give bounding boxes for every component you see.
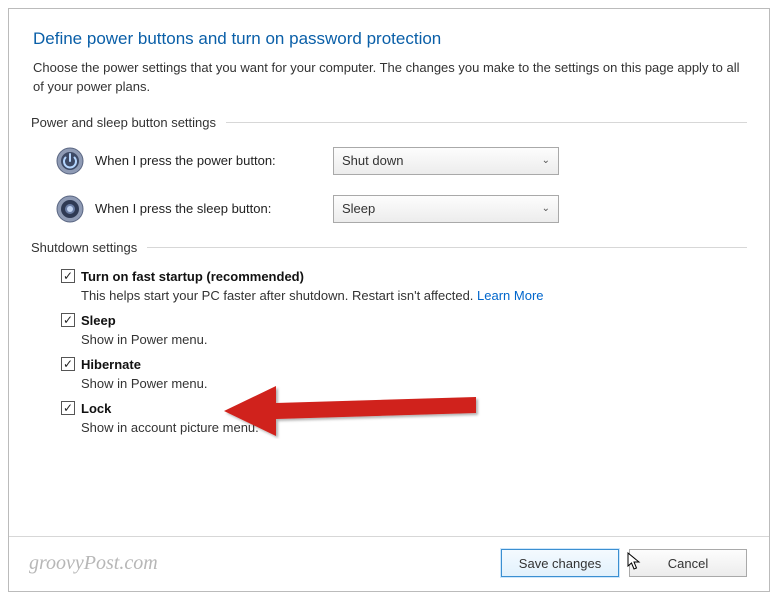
divider (226, 122, 747, 123)
chevron-down-icon: ⌄ (542, 203, 550, 214)
button-bar: Save changes Cancel (501, 549, 747, 577)
power-button-label: When I press the power button: (95, 153, 333, 168)
sleep-button-row: When I press the sleep button: Sleep ⌄ (53, 192, 747, 226)
section-power-sleep-header: Power and sleep button settings (31, 115, 747, 130)
hibernate-option: ✓ Hibernate Show in Power menu. (61, 357, 747, 391)
sleep-option: ✓ Sleep Show in Power menu. (61, 313, 747, 347)
fast-startup-option: ✓ Turn on fast startup (recommended) Thi… (61, 269, 747, 303)
page-title: Define power buttons and turn on passwor… (33, 29, 747, 49)
checkbox-title: Turn on fast startup (recommended) (81, 269, 304, 284)
section-label: Shutdown settings (31, 240, 137, 255)
checkbox-title: Hibernate (81, 357, 141, 372)
chevron-down-icon: ⌄ (542, 155, 550, 166)
sleep-button-label: When I press the sleep button: (95, 201, 333, 216)
power-button-select[interactable]: Shut down ⌄ (333, 147, 559, 175)
sleep-icon (53, 192, 87, 226)
divider (9, 536, 769, 537)
power-icon (53, 144, 87, 178)
checkbox-desc: Show in Power menu. (81, 376, 747, 391)
checkbox-desc: Show in Power menu. (81, 332, 747, 347)
lock-option: ✓ Lock Show in account picture menu. (61, 401, 747, 435)
sleep-button-select[interactable]: Sleep ⌄ (333, 195, 559, 223)
save-changes-button[interactable]: Save changes (501, 549, 619, 577)
select-value: Shut down (342, 153, 403, 168)
select-value: Sleep (342, 201, 375, 216)
checkbox-desc: This helps start your PC faster after sh… (81, 288, 747, 303)
checkbox-title: Lock (81, 401, 111, 416)
section-label: Power and sleep button settings (31, 115, 216, 130)
lock-checkbox[interactable]: ✓ (61, 401, 75, 415)
fast-startup-checkbox[interactable]: ✓ (61, 269, 75, 283)
sleep-checkbox[interactable]: ✓ (61, 313, 75, 327)
learn-more-link[interactable]: Learn More (477, 288, 543, 303)
checkbox-title: Sleep (81, 313, 116, 328)
divider (147, 247, 747, 248)
power-button-row: When I press the power button: Shut down… (53, 144, 747, 178)
page-description: Choose the power settings that you want … (33, 59, 747, 97)
section-shutdown-header: Shutdown settings (31, 240, 747, 255)
checkbox-desc: Show in account picture menu. (81, 420, 747, 435)
settings-panel: Define power buttons and turn on passwor… (8, 8, 770, 592)
hibernate-checkbox[interactable]: ✓ (61, 357, 75, 371)
watermark: groovyPost.com (29, 552, 158, 575)
cancel-button[interactable]: Cancel (629, 549, 747, 577)
